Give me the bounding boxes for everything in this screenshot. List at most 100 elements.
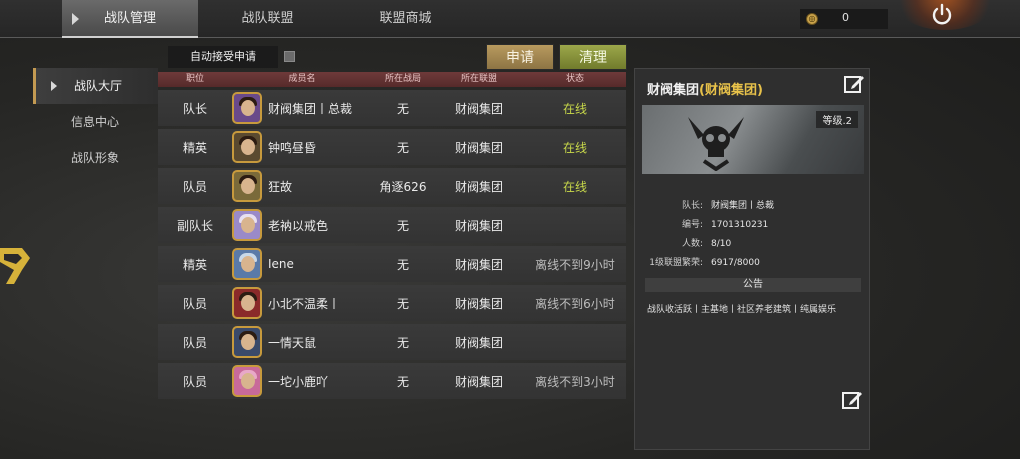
table-row[interactable]: 队长 财阀集团丨总裁 无 财阀集团 在线 — [158, 90, 626, 126]
sidebar-item-label: 信息中心 — [71, 115, 120, 129]
team-info-panel: 财阀集团(财阀集团) 等级.2 队长: 财阀集团丨总裁 编号: 17013102… — [634, 68, 870, 450]
member-name: 一坨小鹿吖 — [268, 374, 329, 389]
auto-accept-checkbox[interactable] — [284, 51, 295, 62]
member-zone: 无 — [396, 374, 409, 389]
member-name-cell: Iene — [232, 248, 372, 280]
table-row[interactable]: 队员 一坨小鹿吖 无 财阀集团 离线不到3小时 — [158, 363, 626, 399]
sidebar-arrow-icon — [51, 81, 57, 91]
team-banner: 等级.2 — [642, 105, 864, 174]
info-value: 财阀集团丨总裁 — [711, 201, 775, 211]
tab-label: 战队管理 — [103, 11, 156, 26]
avatar[interactable] — [232, 131, 262, 163]
tab-label: 联盟商城 — [379, 11, 432, 26]
member-table: 职位 成员名 所在战局 所在联盟 状态 队长 财阀集团丨总裁 无 财阀集团 在线… — [158, 72, 626, 399]
member-zone: 无 — [396, 218, 409, 233]
member-union: 财阀集团 — [454, 296, 503, 311]
member-name-cell: 狂故 — [232, 170, 372, 202]
member-status: 在线 — [562, 140, 587, 155]
member-union: 财阀集团 — [454, 374, 503, 389]
member-union: 财阀集团 — [454, 179, 503, 194]
avatar[interactable] — [232, 365, 262, 397]
member-status: 离线不到6小时 — [535, 296, 615, 311]
member-name-cell: 一坨小鹿吖 — [232, 365, 372, 397]
member-zone: 无 — [396, 257, 409, 272]
apply-button[interactable]: 申请 — [486, 44, 554, 70]
clean-button[interactable]: 清理 — [559, 44, 627, 70]
avatar[interactable] — [232, 170, 262, 202]
tab-arrow-icon — [72, 13, 79, 25]
member-union: 财阀集团 — [454, 140, 503, 155]
table-row[interactable]: 精英 Iene 无 财阀集团 离线不到9小时 — [158, 246, 626, 282]
top-navigation-bar: 战队管理 战队联盟 联盟商城 ◎ 0 — [0, 0, 1020, 38]
edit-name-icon[interactable] — [843, 73, 865, 95]
team-name: 财阀集团 — [647, 83, 700, 98]
sidebar-item-team-hall[interactable]: 战队大厅 — [33, 68, 158, 104]
info-key: 1级联盟繁荣: — [649, 258, 703, 268]
member-role: 队员 — [182, 296, 207, 311]
team-union-name: 财阀集团 — [704, 83, 757, 98]
header-name: 成员名 — [288, 74, 316, 84]
skull-emblem-icon — [688, 117, 744, 171]
table-row[interactable]: 精英 钟鸣昼昏 无 财阀集团 在线 — [158, 129, 626, 165]
avatar[interactable] — [232, 92, 262, 124]
team-info-list: 队长: 财阀集团丨总裁 编号: 1701310231 人数: 8/10 1级联盟… — [635, 197, 871, 273]
member-union: 财阀集团 — [454, 335, 503, 350]
member-union: 财阀集团 — [454, 257, 503, 272]
tab-label: 战队联盟 — [241, 11, 294, 26]
member-status: 在线 — [562, 101, 587, 116]
info-row-leader: 队长: 财阀集团丨总裁 — [635, 197, 871, 216]
member-name: 一情天鼠 — [268, 335, 317, 350]
member-role: 精英 — [182, 140, 207, 155]
avatar[interactable] — [232, 287, 262, 319]
avatar[interactable] — [232, 326, 262, 358]
table-row[interactable]: 队员 小北不温柔丨 无 财阀集团 离线不到6小时 — [158, 285, 626, 321]
currency-display: ◎ 0 — [800, 9, 888, 29]
table-row[interactable]: 队员 一情天鼠 无 财阀集团 — [158, 324, 626, 360]
info-value: 6917/8000 — [711, 258, 760, 268]
info-value: 8/10 — [711, 239, 732, 249]
member-name-cell: 钟鸣昼昏 — [232, 131, 372, 163]
member-zone: 无 — [396, 140, 409, 155]
header-status: 状态 — [565, 74, 584, 84]
member-union: 财阀集团 — [454, 101, 503, 116]
info-key: 编号: — [681, 220, 703, 230]
member-zone: 角逐626 — [379, 179, 427, 194]
notice-text: 战队收活跃丨主基地丨社区养老建筑丨纯属娱乐 — [647, 305, 837, 315]
sidebar-item-team-image[interactable]: 战队形象 — [33, 140, 158, 176]
member-name: 财阀集团丨总裁 — [268, 101, 353, 116]
tab-team-management[interactable]: 战队管理 — [62, 0, 198, 38]
tab-team-alliance[interactable]: 战队联盟 — [210, 0, 325, 38]
notice-title: 公告 — [645, 278, 861, 292]
power-icon[interactable] — [929, 2, 955, 28]
info-value: 1701310231 — [711, 220, 769, 230]
avatar[interactable] — [232, 248, 262, 280]
member-union: 财阀集团 — [454, 218, 503, 233]
tab-alliance-shop[interactable]: 联盟商城 — [348, 0, 463, 38]
header-zone: 所在战局 — [384, 74, 421, 84]
info-row-prosperity: 1级联盟繁荣: 6917/8000 — [635, 254, 871, 273]
member-zone: 无 — [396, 335, 409, 350]
sidebar-item-label: 战队大厅 — [74, 79, 123, 93]
member-zone: 无 — [396, 296, 409, 311]
member-name: 老衲以戒色 — [268, 218, 329, 233]
sidebar-item-label: 战队形象 — [71, 151, 120, 165]
edit-notice-icon[interactable] — [841, 389, 863, 411]
member-role: 队员 — [182, 374, 207, 389]
game-emblem-icon — [0, 248, 30, 284]
sidebar: 战队大厅 信息中心 战队形象 — [33, 68, 158, 176]
member-status: 离线不到9小时 — [535, 257, 615, 272]
member-role: 队员 — [182, 179, 207, 194]
auto-accept-label: 自动接受申请 — [168, 46, 278, 68]
member-name-cell: 一情天鼠 — [232, 326, 372, 358]
member-name-cell: 老衲以戒色 — [232, 209, 372, 241]
sidebar-item-info-center[interactable]: 信息中心 — [33, 104, 158, 140]
avatar[interactable] — [232, 209, 262, 241]
member-name-cell: 小北不温柔丨 — [232, 287, 372, 319]
member-role: 精英 — [182, 257, 207, 272]
table-row[interactable]: 队员 狂故 角逐626 财阀集团 在线 — [158, 168, 626, 204]
team-title: 财阀集团(财阀集团) — [647, 83, 763, 98]
member-role: 副队长 — [176, 218, 213, 233]
table-row[interactable]: 副队长 老衲以戒色 无 财阀集团 — [158, 207, 626, 243]
currency-value: 0 — [842, 11, 849, 24]
header-union: 所在联盟 — [460, 74, 497, 84]
